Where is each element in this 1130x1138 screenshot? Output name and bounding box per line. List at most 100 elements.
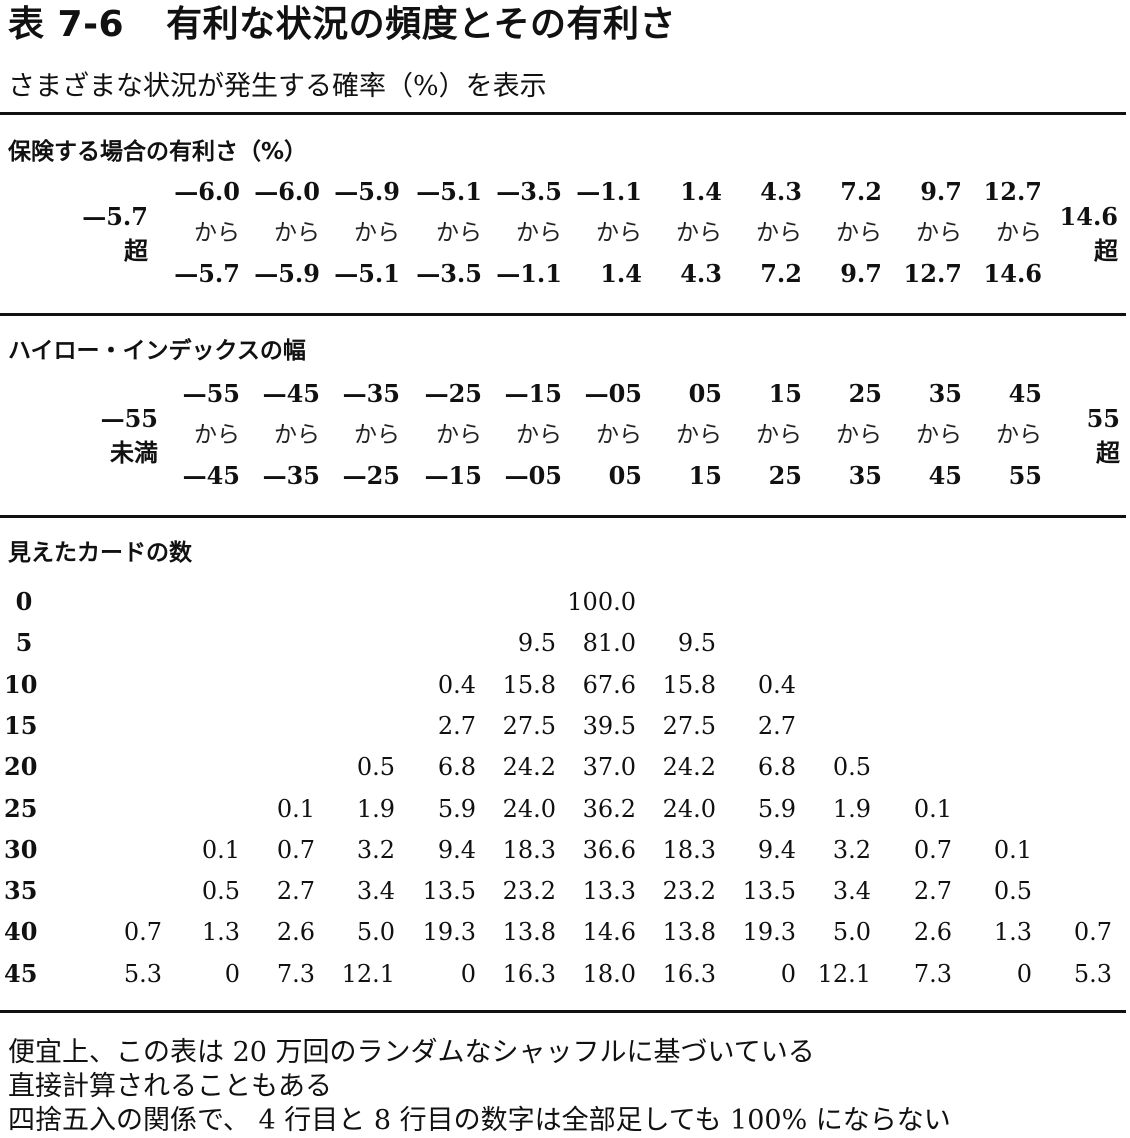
- table-cell: 2.7: [913, 877, 952, 906]
- row-label: 5: [15, 628, 33, 658]
- advantage-kara-5: から: [516, 220, 562, 246]
- table-row: 5 9.5 81.0 9.5: [0, 625, 1130, 661]
- hilo-to-4: —15: [424, 461, 482, 490]
- table-cell: 3.4: [832, 877, 871, 906]
- table-cell: 13.5: [422, 877, 476, 906]
- table-cell: 0.5: [201, 877, 240, 906]
- table-row: 15 2.7 27.5 39.5 27.5 2.7: [0, 708, 1130, 744]
- table-cell: 9.4: [437, 835, 476, 864]
- hilo-kara-1: から: [194, 422, 240, 448]
- advantage-from-3: —5.9: [334, 177, 400, 206]
- footnote-2: 直接計算されることもある: [8, 1071, 332, 1102]
- hilo-from-7: 05: [688, 379, 722, 408]
- advantage-right-edge-value: 14.6: [1059, 202, 1118, 231]
- rule-3: [0, 515, 1126, 518]
- advantage-from-9: 7.2: [840, 177, 882, 206]
- advantage-kara-10: から: [916, 220, 962, 246]
- cards-seen-heading: 見えたカードの数: [8, 540, 192, 566]
- top-rule: [0, 112, 1126, 115]
- table-cell: 19.3: [422, 918, 476, 947]
- table-cell: 2.6: [913, 918, 952, 947]
- table-row: 0 100.0: [0, 584, 1130, 620]
- hilo-to-row: —45 —35 —25 —15 —05 05 15 25 35 45 55: [0, 458, 1130, 494]
- table-cell: 9.5: [517, 629, 556, 658]
- row-label: 20: [4, 752, 38, 782]
- advantage-to-10: 12.7: [903, 259, 962, 288]
- advantage-kara-3: から: [354, 220, 400, 246]
- table-cell: 9.5: [677, 629, 716, 658]
- hilo-to-8: 25: [768, 461, 802, 490]
- table-cell: 2.7: [757, 711, 796, 740]
- advantage-to-6: 1.4: [600, 259, 642, 288]
- advantage-from-5: —3.5: [496, 177, 562, 206]
- table-cell: 16.3: [502, 959, 556, 988]
- hilo-kara-row: から から から から から から から から から から から: [0, 417, 1130, 453]
- table-cell: 13.8: [502, 918, 556, 947]
- hilo-to-9: 35: [848, 461, 882, 490]
- hilo-from-2: —45: [262, 379, 320, 408]
- table-cell: 0.1: [993, 835, 1032, 864]
- table-cell: 13.8: [662, 918, 716, 947]
- advantage-from-2: —6.0: [254, 177, 320, 206]
- advantage-from-1: —6.0: [174, 177, 240, 206]
- table-cell: 15.8: [662, 670, 716, 699]
- advantage-from-4: —5.1: [416, 177, 482, 206]
- table-cell: 18.3: [662, 835, 716, 864]
- row-label: 35: [4, 876, 38, 906]
- table-cell: 5.3: [1073, 959, 1112, 988]
- advantage-from-row: —6.0 —6.0 —5.9 —5.1 —3.5 —1.1 1.4 4.3 7.2 9.7 12.7: [0, 174, 1130, 210]
- table-cell: 0.1: [201, 835, 240, 864]
- hilo-to-6: 05: [608, 461, 642, 490]
- table-cell: 0.7: [276, 835, 315, 864]
- table-row: 45 5.3 0 7.3 12.1 0 16.3 18.0 16.3 0 12.1 7.3 0 5.3: [0, 956, 1130, 992]
- table-cell: 12.1: [341, 959, 395, 988]
- table-cell: 0.7: [1073, 918, 1112, 947]
- table-cell: 7.3: [276, 959, 315, 988]
- hilo-to-7: 15: [688, 461, 722, 490]
- table-row: 30 0.1 0.7 3.2 9.4 18.3 36.6 18.3 9.4 3.2 0.7 0.1: [0, 832, 1130, 868]
- table-row: 25 0.1 1.9 5.9 24.0 36.2 24.0 5.9 1.9 0.1: [0, 791, 1130, 827]
- table-cell: 24.0: [662, 794, 716, 823]
- hilo-right-edge-value: 55: [1086, 404, 1120, 433]
- hilo-kara-10: から: [916, 422, 962, 448]
- table-cell: 1.3: [201, 918, 240, 947]
- hilo-to-3: —25: [342, 461, 400, 490]
- advantage-from-6: —1.1: [576, 177, 642, 206]
- table-cell: 12.1: [817, 959, 871, 988]
- advantage-from-8: 4.3: [760, 177, 802, 206]
- table-cell: 5.9: [757, 794, 796, 823]
- table-cell: 27.5: [502, 711, 556, 740]
- hilo-kara-6: から: [596, 422, 642, 448]
- table-row: 35 0.5 2.7 3.4 13.5 23.2 13.3 23.2 13.5 3.4 2.7 0.5: [0, 873, 1130, 909]
- table-row: 10 0.4 15.8 67.6 15.8 0.4: [0, 667, 1130, 703]
- hilo-kara-7: から: [676, 422, 722, 448]
- advantage-to-row: —5.7 —5.9 —5.1 —3.5 —1.1 1.4 4.3 7.2 9.7 12.7 14.6: [0, 256, 1130, 292]
- hilo-kara-3: から: [354, 422, 400, 448]
- hilo-right-edge-suffix: 超: [1096, 438, 1120, 467]
- table-cell: 0.5: [832, 753, 871, 782]
- hilo-from-row: —55 —45 —35 —25 —15 —05 05 15 25 35 45: [0, 376, 1130, 412]
- advantage-to-5: —1.1: [496, 259, 562, 288]
- table-cell: 13.3: [582, 877, 636, 906]
- hilo-from-3: —35: [342, 379, 400, 408]
- table-cell: 5.0: [832, 918, 871, 947]
- footnote-3: 四捨五入の関係で、 4 行目と 8 行目の数字は全部足しても 100% にならな…: [8, 1105, 951, 1136]
- table-cell: 9.4: [757, 835, 796, 864]
- hilo-to-10: 45: [928, 461, 962, 490]
- hilo-from-5: —15: [504, 379, 562, 408]
- advantage-to-9: 9.7: [840, 259, 882, 288]
- bottom-rule: [0, 1010, 1126, 1013]
- advantage-kara-7: から: [676, 220, 722, 246]
- advantage-kara-8: から: [756, 220, 802, 246]
- table-cell: 18.0: [582, 959, 636, 988]
- table-cell: 2.7: [276, 877, 315, 906]
- table-cell: 37.0: [582, 753, 636, 782]
- table-cell: 7.3: [913, 959, 952, 988]
- table-cell: 6.8: [757, 753, 796, 782]
- table-cell: 23.2: [662, 877, 716, 906]
- table-cell: 5.9: [437, 794, 476, 823]
- table-cell: 18.3: [502, 835, 556, 864]
- table-cell: 0.7: [123, 918, 162, 947]
- hilo-kara-5: から: [516, 422, 562, 448]
- table-row: 20 0.5 6.8 24.2 37.0 24.2 6.8 0.5: [0, 749, 1130, 785]
